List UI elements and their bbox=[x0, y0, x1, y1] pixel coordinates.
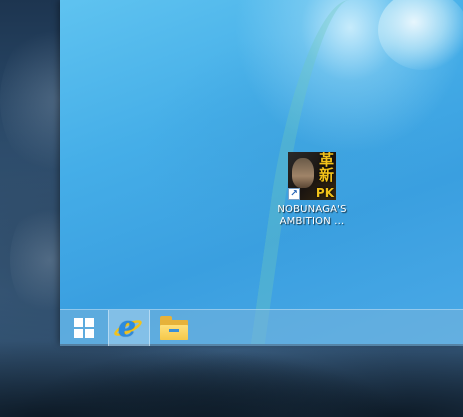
shortcut-label: NOBUNAGA'S AMBITION ... bbox=[267, 204, 357, 228]
taskbar: e bbox=[60, 309, 463, 346]
internet-explorer-icon: e bbox=[112, 310, 144, 343]
nobunagas-ambition-shortcut[interactable]: 革 新 PK ↗ NOBUNAGA'S AMBITION ... bbox=[267, 152, 357, 228]
desktop-area[interactable]: 革 新 PK ↗ NOBUNAGA'S AMBITION ... bbox=[60, 0, 463, 344]
ie-letter: e bbox=[118, 310, 136, 343]
shortcut-label-line1: NOBUNAGA'S bbox=[277, 204, 347, 215]
samurai-portrait bbox=[292, 158, 314, 188]
screen: 革 新 PK ↗ NOBUNAGA'S AMBITION ... e bbox=[0, 0, 463, 417]
windows-start-icon bbox=[74, 318, 94, 338]
internet-explorer-button[interactable]: e bbox=[108, 310, 150, 346]
game-shortcut-icon[interactable]: 革 新 PK ↗ bbox=[288, 152, 336, 200]
shortcut-arrow-icon: ↗ bbox=[288, 188, 300, 200]
icon-kanji-2: 新 bbox=[318, 166, 334, 184]
icon-badge: PK bbox=[315, 186, 334, 200]
file-explorer-button[interactable] bbox=[150, 310, 198, 346]
shortcut-label-line2: AMBITION ... bbox=[279, 216, 345, 227]
wallpaper-flower-petal bbox=[378, 0, 463, 70]
start-button[interactable] bbox=[60, 310, 108, 346]
file-explorer-icon bbox=[160, 316, 188, 340]
